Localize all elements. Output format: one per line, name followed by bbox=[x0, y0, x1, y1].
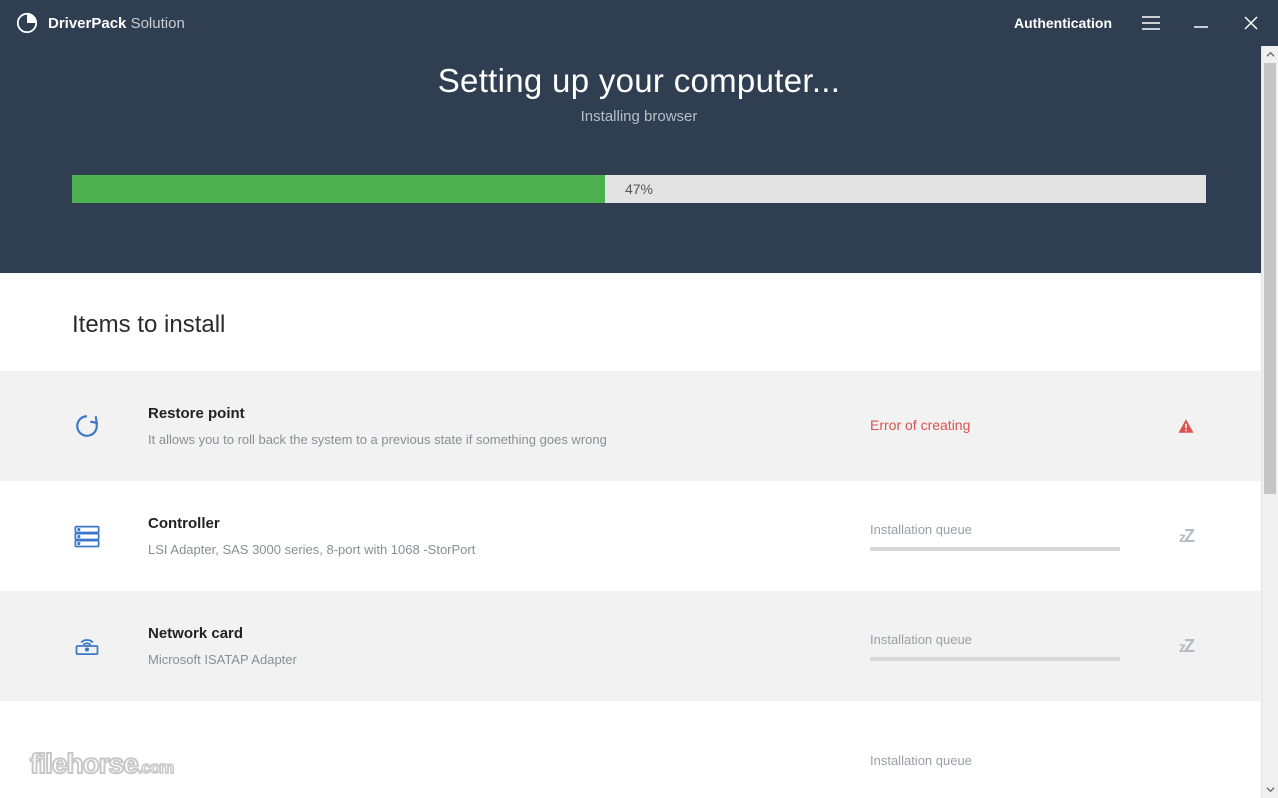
item-status: Error of creating bbox=[870, 417, 1120, 435]
item-desc: Microsoft ISATAP Adapter bbox=[148, 652, 824, 667]
minimize-button[interactable] bbox=[1190, 12, 1212, 34]
progress-fill bbox=[72, 175, 605, 203]
menu-icon[interactable] bbox=[1140, 12, 1162, 34]
item-desc: It allows you to roll back the system to… bbox=[148, 432, 824, 447]
item-status: Installation queue bbox=[870, 753, 1120, 768]
item-icon-placeholder bbox=[72, 745, 102, 775]
queue-label: Installation queue bbox=[870, 632, 1120, 647]
install-item-restore-point: Restore point It allows you to roll back… bbox=[0, 371, 1278, 481]
content-area: Items to install Restore point It allows… bbox=[0, 273, 1278, 795]
queue-label: Installation queue bbox=[870, 522, 1120, 537]
item-status: Installation queue bbox=[870, 632, 1120, 661]
spinner-icon bbox=[72, 411, 102, 441]
close-button[interactable] bbox=[1240, 12, 1262, 34]
setup-title: Setting up your computer... bbox=[72, 62, 1206, 100]
setup-hero: Setting up your computer... Installing b… bbox=[0, 46, 1278, 273]
progress-bar: 47% bbox=[72, 175, 1206, 203]
app-logo: DriverPack Solution bbox=[16, 12, 185, 34]
setup-subtitle: Installing browser bbox=[72, 108, 1206, 125]
item-desc: LSI Adapter, SAS 3000 series, 8-port wit… bbox=[148, 542, 824, 557]
scrollbar-track[interactable] bbox=[1262, 63, 1278, 781]
item-status: Installation queue bbox=[870, 522, 1120, 551]
authentication-link[interactable]: Authentication bbox=[1014, 15, 1112, 31]
error-text: Error of creating bbox=[870, 417, 970, 433]
install-item-network-card: Network card Microsoft ISATAP Adapter In… bbox=[0, 591, 1278, 701]
item-title: Restore point bbox=[148, 405, 824, 422]
scroll-down-button[interactable] bbox=[1262, 781, 1278, 798]
items-heading: Items to install bbox=[0, 273, 1278, 371]
titlebar: DriverPack Solution Authentication bbox=[0, 0, 1278, 46]
sleep-icon: zZ bbox=[1166, 526, 1206, 547]
queue-progress bbox=[870, 547, 1120, 551]
item-title: Controller bbox=[148, 515, 824, 532]
vertical-scrollbar[interactable] bbox=[1261, 46, 1278, 798]
controller-icon bbox=[72, 521, 102, 551]
queue-progress bbox=[870, 657, 1120, 661]
install-item-next: Installation queue bbox=[0, 701, 1278, 795]
app-logo-text: DriverPack Solution bbox=[48, 15, 185, 32]
install-item-controller: Controller LSI Adapter, SAS 3000 series,… bbox=[0, 481, 1278, 591]
queue-label: Installation queue bbox=[870, 753, 1120, 768]
progress-percent-label: 47% bbox=[625, 175, 653, 203]
warning-icon bbox=[1166, 417, 1206, 435]
scrollbar-thumb[interactable] bbox=[1264, 63, 1276, 494]
sleep-icon: zZ bbox=[1166, 636, 1206, 657]
app-logo-icon bbox=[16, 12, 38, 34]
scroll-up-button[interactable] bbox=[1262, 46, 1278, 63]
item-title: Network card bbox=[148, 625, 824, 642]
network-card-icon bbox=[72, 631, 102, 661]
